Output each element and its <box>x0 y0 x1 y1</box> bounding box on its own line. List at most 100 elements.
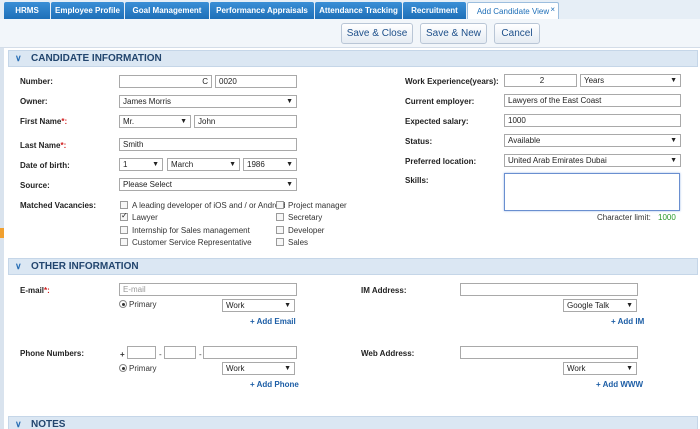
dob-day-select[interactable]: 1 ▼ <box>119 158 163 171</box>
cancel-button[interactable]: Cancel <box>494 23 540 44</box>
status-value: Available <box>508 136 541 145</box>
phone-number-field[interactable] <box>203 346 297 359</box>
tab-hrms[interactable]: HRMS <box>4 2 50 19</box>
required-mark: *: <box>61 117 68 126</box>
add-im-link[interactable]: + Add IM <box>611 317 644 326</box>
vacancy-checkbox[interactable]: Secretary <box>276 213 322 222</box>
web-address-label: Web Address: <box>361 349 415 358</box>
tab-recruitment[interactable]: Recruitment <box>403 2 466 19</box>
section-title: OTHER INFORMATION <box>31 261 139 272</box>
work-experience-unit-value: Years <box>584 76 605 85</box>
section-notes[interactable]: ∨ NOTES <box>8 416 698 429</box>
owner-select[interactable]: James Morris ▼ <box>119 95 297 108</box>
vacancy-label: A leading developer of iOS and / or Andr… <box>132 201 286 210</box>
source-value: Please Select <box>123 180 172 189</box>
chevron-down-icon: ▼ <box>284 302 291 309</box>
last-name-field[interactable]: Smith <box>119 138 297 151</box>
email-type-select[interactable]: Work ▼ <box>222 299 295 312</box>
close-icon[interactable]: × <box>550 1 555 18</box>
email-primary-radio[interactable]: Primary <box>119 300 157 309</box>
vacancy-label: Secretary <box>288 213 323 222</box>
status-select[interactable]: Available ▼ <box>504 134 681 147</box>
chevron-down-icon: ▼ <box>229 161 236 168</box>
preferred-location-select[interactable]: United Arab Emirates Dubai ▼ <box>504 154 681 167</box>
tab-employee-profile[interactable]: Employee Profile <box>51 2 124 19</box>
tab-attendance-tracking[interactable]: Attendance Tracking <box>315 2 402 19</box>
vacancy-label: Sales <box>288 238 309 247</box>
vacancy-checkbox[interactable]: A leading developer of iOS and / or Andr… <box>120 201 285 210</box>
section-title: NOTES <box>31 419 66 429</box>
vacancy-label: Lawyer <box>132 213 158 222</box>
dob-day-value: 1 <box>123 160 128 169</box>
vacancy-checkbox[interactable]: Lawyer <box>120 211 158 222</box>
current-employer-field[interactable]: Lawyers of the East Coast <box>504 94 681 107</box>
skills-textarea[interactable] <box>504 173 680 211</box>
vacancy-checkbox[interactable]: Internship for Sales management <box>120 226 250 235</box>
email-label: E-mail*: <box>20 286 50 295</box>
expected-salary-field[interactable]: 1000 <box>504 114 681 127</box>
title-value: Mr. <box>123 117 135 126</box>
matched-vacancies-label: Matched Vacancies: <box>20 201 97 210</box>
primary-label: Primary <box>129 364 157 373</box>
vacancy-checkbox[interactable]: Developer <box>276 226 324 235</box>
number-prefix-field[interactable]: C <box>119 75 212 88</box>
tab-goal-management[interactable]: Goal Management <box>125 2 209 19</box>
add-email-link[interactable]: + Add Email <box>250 317 296 326</box>
character-limit-label: Character limit: <box>597 213 651 222</box>
email-label-text: E-mail <box>20 286 45 295</box>
phone-plus-sign: + <box>120 350 125 359</box>
tab-performance-appraisals[interactable]: Performance Appraisals <box>210 2 314 19</box>
im-address-field[interactable] <box>460 283 638 296</box>
phone-area-code-field[interactable] <box>164 346 196 359</box>
tab-add-candidate-view[interactable]: Add Candidate View × <box>467 2 559 19</box>
work-experience-field[interactable]: 2 <box>504 74 577 87</box>
number-field[interactable]: 0020 <box>215 75 297 88</box>
phone-type-select[interactable]: Work ▼ <box>222 362 295 375</box>
section-title: CANDIDATE INFORMATION <box>31 53 162 64</box>
vacancy-label: Internship for Sales management <box>132 226 250 235</box>
add-www-link[interactable]: + Add WWW <box>596 380 643 389</box>
checkbox-icon <box>276 238 284 246</box>
source-select[interactable]: Please Select ▼ <box>119 178 297 191</box>
checkbox-icon <box>120 201 128 209</box>
phone-type-value: Work <box>226 364 245 373</box>
preferred-location-label: Preferred location: <box>405 157 477 166</box>
dob-year-select[interactable]: 1986 ▼ <box>243 158 297 171</box>
chevron-down-icon: ▼ <box>626 302 633 309</box>
vacancy-checkbox[interactable]: Customer Service Representative <box>120 238 252 247</box>
work-experience-unit-select[interactable]: Years ▼ <box>580 74 681 87</box>
phone-primary-radio[interactable]: Primary <box>119 364 157 373</box>
web-address-field[interactable] <box>460 346 638 359</box>
radio-selected-icon <box>119 364 127 372</box>
tab-label: Add Candidate View <box>476 7 550 16</box>
section-other-information[interactable]: ∨ OTHER INFORMATION <box>8 258 698 275</box>
work-experience-label: Work Experience(years): <box>405 77 499 86</box>
left-edge-marker <box>0 228 4 238</box>
vacancy-checkbox[interactable]: Project manager <box>276 201 347 210</box>
vacancy-label: Developer <box>288 226 325 235</box>
dob-label: Date of birth: <box>20 161 70 170</box>
first-name-field[interactable]: John <box>194 115 297 128</box>
email-field[interactable]: E-mail <box>119 283 297 296</box>
save-close-button[interactable]: Save & Close <box>341 23 413 44</box>
phone-country-code-field[interactable] <box>127 346 156 359</box>
title-select[interactable]: Mr. ▼ <box>119 115 191 128</box>
save-new-button[interactable]: Save & New <box>420 23 487 44</box>
vacancy-checkbox[interactable]: Sales <box>276 238 308 247</box>
dob-month-select[interactable]: March ▼ <box>167 158 240 171</box>
chevron-down-icon: ▼ <box>286 161 293 168</box>
web-type-select[interactable]: Work ▼ <box>563 362 637 375</box>
dob-year-value: 1986 <box>247 160 265 169</box>
skills-label: Skills: <box>405 176 429 185</box>
vacancy-label: Project manager <box>288 201 347 210</box>
section-candidate-information[interactable]: ∨ CANDIDATE INFORMATION <box>8 50 698 67</box>
checkbox-icon <box>120 226 128 234</box>
im-type-select[interactable]: Google Talk ▼ <box>563 299 637 312</box>
required-mark: *: <box>60 141 67 150</box>
add-phone-link[interactable]: + Add Phone <box>250 380 299 389</box>
first-name-label: First Name*: <box>20 117 67 126</box>
owner-label: Owner: <box>20 97 48 106</box>
owner-value: James Morris <box>123 97 172 106</box>
checkbox-icon <box>276 213 284 221</box>
chevron-down-icon: ∨ <box>15 419 22 429</box>
